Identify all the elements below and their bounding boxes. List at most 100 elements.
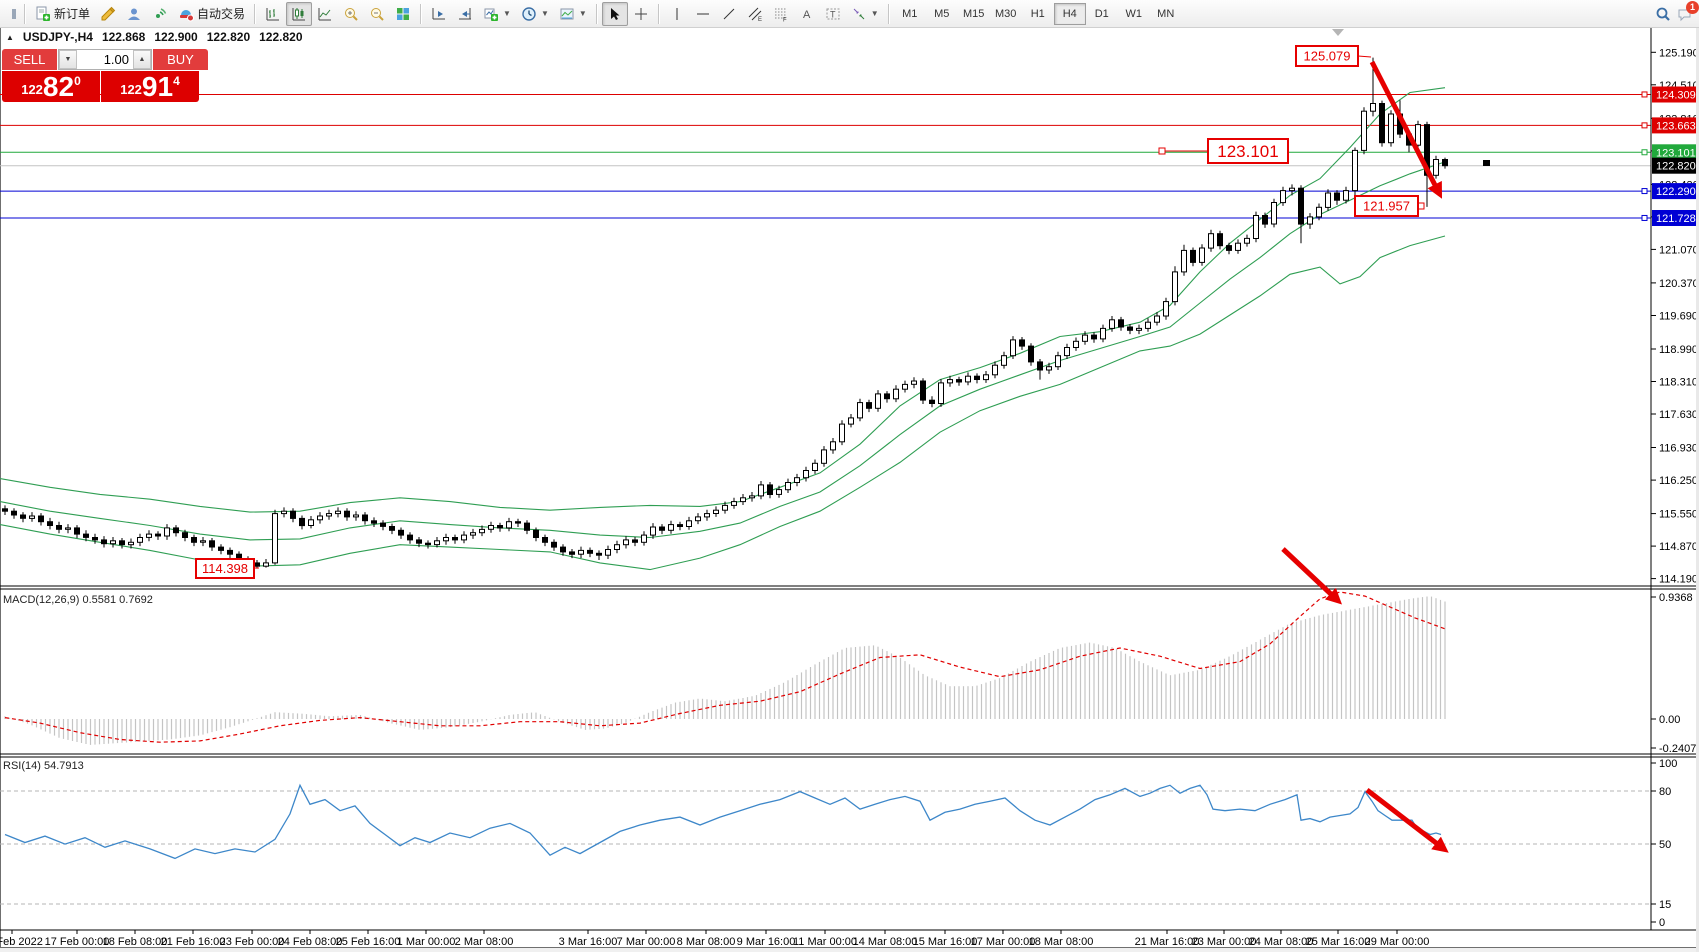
separator — [888, 4, 890, 24]
tab-timeframe-mn[interactable]: MN — [1150, 3, 1182, 25]
svg-text:125.079: 125.079 — [1304, 49, 1351, 64]
pane-separator-macd[interactable] — [0, 584, 1699, 590]
autotrading-label: 自动交易 — [197, 5, 245, 22]
svg-text:122.290: 122.290 — [1656, 186, 1696, 198]
date-tick: 15 Feb 2022 — [0, 936, 43, 948]
annotation-114.398[interactable]: 114.398 — [196, 559, 259, 578]
chart-shift-button[interactable] — [452, 2, 478, 26]
rsi-tick: 100 — [1659, 758, 1677, 770]
app-fragment-icon — [0, 2, 20, 26]
crosshair-button[interactable] — [628, 2, 654, 26]
price-tick: 116.930 — [1659, 443, 1698, 455]
svg-text:123.101: 123.101 — [1217, 142, 1278, 161]
quote-close: 122.820 — [259, 30, 302, 44]
date-tick: 21 Feb 16:00 — [161, 936, 226, 948]
line-chart-button[interactable] — [312, 2, 338, 26]
tab-timeframe-h1[interactable]: H1 — [1022, 3, 1054, 25]
svg-text:A: A — [803, 9, 811, 21]
svg-text:F: F — [783, 17, 787, 22]
svg-text:114.398: 114.398 — [202, 561, 248, 576]
templates-button[interactable]: ▼ — [554, 2, 592, 26]
main-toolbar: 新订单 自动交易 — [0, 0, 1699, 28]
tab-timeframe-m1[interactable]: M1 — [894, 3, 926, 25]
macd-tick: 0.00 — [1659, 714, 1680, 726]
price-badge-122.290: 122.290 — [1652, 183, 1698, 199]
zoom-in-button[interactable] — [338, 2, 364, 26]
chevron-down-icon: ▼ — [871, 9, 879, 18]
tab-timeframe-w1[interactable]: W1 — [1118, 3, 1150, 25]
ask-big-digits: 91 — [142, 74, 173, 100]
volume-decrease-button[interactable]: ▼ — [59, 50, 77, 69]
date-tick: 29 Mar 00:00 — [1365, 936, 1430, 948]
equidistant-channel-button[interactable]: E — [742, 2, 768, 26]
separator — [596, 4, 598, 24]
volume-increase-button[interactable]: ▲ — [133, 50, 151, 69]
date-tick: 25 Mar 16:00 — [1306, 936, 1371, 948]
svg-text:E: E — [758, 17, 762, 22]
date-tick: 17 Feb 00:00 — [45, 936, 110, 948]
tab-timeframe-d1[interactable]: D1 — [1086, 3, 1118, 25]
rsi-tick: 80 — [1659, 786, 1671, 798]
text-button[interactable]: A — [794, 2, 820, 26]
cursor-button[interactable] — [602, 2, 628, 26]
tile-windows-button[interactable] — [390, 2, 416, 26]
notifications-button[interactable]: 1 — [1677, 6, 1693, 22]
chart-area[interactable]: 125.079123.101121.957114.398125.190124.5… — [0, 0, 1699, 952]
text-label-button[interactable]: T — [820, 2, 846, 26]
rsi-tick: 50 — [1659, 839, 1671, 851]
indicators-button[interactable]: ▼ — [478, 2, 516, 26]
metaeditor-icon[interactable] — [95, 2, 121, 26]
bar-chart-button[interactable] — [260, 2, 286, 26]
tab-timeframe-m15[interactable]: M15 — [958, 3, 990, 25]
date-tick: 18 Mar 08:00 — [1029, 936, 1094, 948]
trendline-button[interactable] — [716, 2, 742, 26]
new-order-icon — [35, 6, 51, 22]
one-click-trading-panel: SELL ▼ ▲ BUY 122820 122914 — [2, 49, 199, 102]
vertical-line-button[interactable] — [664, 2, 690, 26]
pane-separator-rsi[interactable] — [0, 752, 1699, 758]
buy-button[interactable]: BUY — [153, 49, 208, 70]
zoom-out-button[interactable] — [364, 2, 390, 26]
quote-low: 122.820 — [207, 30, 250, 44]
tab-timeframe-m30[interactable]: M30 — [990, 3, 1022, 25]
search-icon[interactable] — [1655, 6, 1671, 22]
date-tick: 24 Feb 08:00 — [278, 936, 343, 948]
autotrading-button[interactable]: 自动交易 — [173, 2, 250, 26]
arrows-button[interactable]: ▼ — [846, 2, 884, 26]
community-icon[interactable] — [121, 2, 147, 26]
annotation-121.957[interactable]: 121.957 — [1355, 196, 1424, 216]
date-tick: 25 Feb 16:00 — [336, 936, 401, 948]
fibonacci-button[interactable]: F — [768, 2, 794, 26]
bid-price[interactable]: 122820 — [2, 71, 100, 102]
price-tick: 121.070 — [1659, 244, 1699, 256]
ask-price[interactable]: 122914 — [101, 71, 199, 102]
chevron-down-icon: ▼ — [541, 9, 549, 18]
volume-input[interactable] — [77, 50, 133, 69]
separator — [658, 4, 660, 24]
ask-prefix: 122 — [120, 82, 142, 97]
rsi-tick: 15 — [1659, 899, 1671, 911]
date-tick: 9 Mar 16:00 — [737, 936, 796, 948]
ask-pip-digit: 4 — [173, 74, 180, 88]
sell-button[interactable]: SELL — [2, 49, 57, 70]
date-tick: 23 Feb 00:00 — [220, 936, 285, 948]
horizontal-line-button[interactable] — [690, 2, 716, 26]
periods-button[interactable]: ▼ — [516, 2, 554, 26]
chevron-down-icon: ▼ — [503, 9, 511, 18]
collapse-triangle-icon[interactable]: ▲ — [6, 33, 14, 42]
autotrading-icon — [178, 6, 194, 22]
tab-timeframe-m5[interactable]: M5 — [926, 3, 958, 25]
date-tick: 14 Mar 08:00 — [853, 936, 918, 948]
date-tick: 18 Feb 08:00 — [103, 936, 168, 948]
tab-timeframe-h4[interactable]: H4 — [1054, 3, 1086, 25]
date-tick: 11 Mar 00:00 — [793, 936, 857, 948]
symbol-period-label: USDJPY-,H4 — [23, 30, 93, 44]
macd-tick: 0.9368 — [1659, 592, 1693, 604]
auto-scroll-button[interactable] — [426, 2, 452, 26]
svg-text:121.957: 121.957 — [1363, 199, 1410, 214]
date-tick: 1 Mar 00:00 — [397, 936, 456, 948]
new-order-button[interactable]: 新订单 — [30, 2, 95, 26]
quote-bar: ▲ USDJPY-,H4 122.868 122.900 122.820 122… — [6, 30, 303, 44]
candlestick-chart-button[interactable] — [286, 2, 312, 26]
signals-icon[interactable] — [147, 2, 173, 26]
